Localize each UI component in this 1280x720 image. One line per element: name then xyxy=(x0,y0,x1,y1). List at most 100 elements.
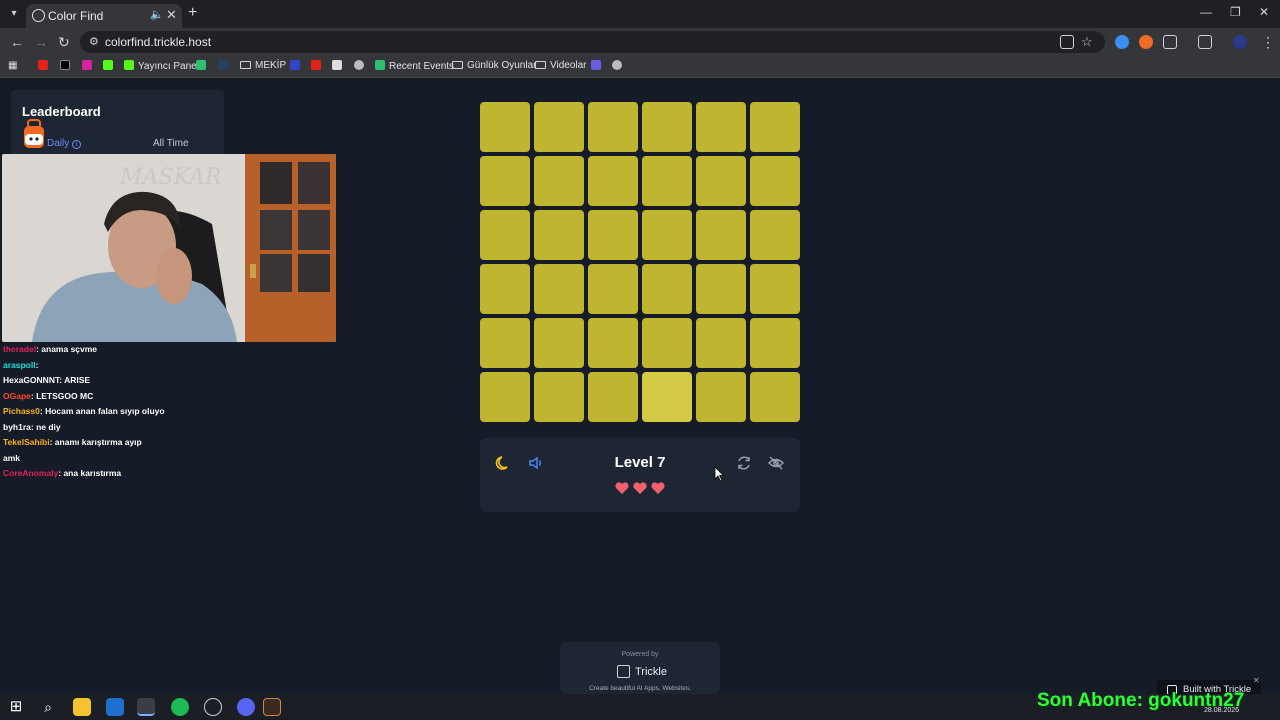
chat-text: : ana karıstırma xyxy=(58,468,122,478)
grid-cell[interactable] xyxy=(588,102,638,152)
file-explorer-icon[interactable] xyxy=(73,698,91,716)
grid-cell[interactable] xyxy=(534,318,584,368)
bookmark-blue[interactable] xyxy=(290,60,304,72)
grid-cell[interactable] xyxy=(588,318,638,368)
grid-cell[interactable] xyxy=(696,372,746,422)
speaker-icon[interactable]: 🔈 xyxy=(150,8,164,21)
close-badge-icon[interactable]: ✕ xyxy=(1253,676,1260,685)
back-icon[interactable]: ← xyxy=(10,34,24,50)
address-bar[interactable]: ⚙ colorfind.trickle.host xyxy=(80,31,1105,53)
minimize-icon[interactable]: — xyxy=(1200,5,1212,19)
grid-cell[interactable] xyxy=(696,318,746,368)
app-icon[interactable] xyxy=(263,698,281,716)
grid-cell[interactable] xyxy=(696,102,746,152)
grid-cell[interactable] xyxy=(534,372,584,422)
powered-by-card[interactable]: Powered by Trickle Create beautiful AI A… xyxy=(560,642,720,694)
bookmark-circle[interactable] xyxy=(354,60,368,72)
spotify-icon[interactable] xyxy=(171,698,189,716)
extension-orange-icon[interactable] xyxy=(1139,35,1153,49)
tab-daily[interactable]: Daily i xyxy=(47,138,82,149)
search-icon[interactable]: ⌕ xyxy=(39,698,57,716)
grid-cell[interactable] xyxy=(750,318,800,368)
bookmark-image[interactable] xyxy=(332,60,346,72)
grid-cell[interactable] xyxy=(480,102,530,152)
grid-cell[interactable] xyxy=(480,372,530,422)
grid-cell[interactable] xyxy=(588,264,638,314)
bookmark-gunluk-oyunlar[interactable]: Günlük Oyunlar xyxy=(452,60,536,71)
site-info-icon[interactable]: ⚙ xyxy=(89,35,99,48)
grid-cell[interactable] xyxy=(534,264,584,314)
bookmark-videolar[interactable]: Videolar xyxy=(535,60,587,71)
chat-text: : Hocam anan falan sıyıp oluyo xyxy=(39,406,165,416)
chat-message: TekelSahibi: anamı karıştırma ayıp xyxy=(3,435,203,451)
grid-cell[interactable] xyxy=(750,372,800,422)
grid-cell[interactable] xyxy=(696,210,746,260)
grid-cell[interactable] xyxy=(642,318,692,368)
obs-icon[interactable] xyxy=(204,698,222,716)
grid-cell[interactable] xyxy=(480,210,530,260)
grid-cell[interactable] xyxy=(642,102,692,152)
grid-cell[interactable] xyxy=(750,102,800,152)
bookmark-recent-events[interactable]: Recent Events xyxy=(375,60,454,72)
grid-cell[interactable] xyxy=(696,156,746,206)
grid-cell[interactable] xyxy=(534,210,584,260)
x-icon xyxy=(60,60,70,70)
windows-start-icon[interactable]: ⊞ xyxy=(7,698,25,716)
tab-search-icon[interactable]: ▾ xyxy=(6,6,22,22)
chat-username: theradel xyxy=(3,344,37,354)
grid-cell[interactable] xyxy=(480,264,530,314)
bookmark-green[interactable] xyxy=(196,60,210,72)
grid-cell[interactable] xyxy=(588,156,638,206)
chat-username: HexaGONNNT xyxy=(3,375,60,385)
bookmark-yayinci-paneli[interactable]: Yayıncı Paneli xyxy=(124,60,201,72)
menu-kebab-icon[interactable]: ⋮ xyxy=(1261,34,1275,51)
bookmark-x[interactable] xyxy=(60,60,74,72)
mascot-icon xyxy=(24,119,44,148)
bookmark-circle-2[interactable] xyxy=(612,60,626,72)
browser-tab[interactable]: Color Find 🔈 ✕ xyxy=(26,4,182,28)
reload-icon[interactable]: ↻ xyxy=(58,34,70,51)
profile-avatar[interactable] xyxy=(1233,35,1247,49)
bookmark-youtube[interactable] xyxy=(38,60,52,72)
grid-cell[interactable] xyxy=(534,102,584,152)
forward-icon[interactable]: → xyxy=(34,34,48,50)
grid-cell[interactable] xyxy=(750,156,800,206)
grid-cell[interactable] xyxy=(588,210,638,260)
mail-icon[interactable] xyxy=(106,698,124,716)
chrome-icon[interactable] xyxy=(137,698,155,716)
grid-cell-odd[interactable] xyxy=(642,372,692,422)
bookmark-youtube-2[interactable] xyxy=(311,60,325,72)
new-tab-icon[interactable]: + xyxy=(188,4,197,22)
eye-off-icon[interactable] xyxy=(767,454,785,472)
grid-cell[interactable] xyxy=(642,210,692,260)
bookmark-instagram[interactable] xyxy=(82,60,96,72)
bookmark-star-icon[interactable]: ☆ xyxy=(1081,34,1093,50)
grid-cell[interactable] xyxy=(642,156,692,206)
extensions-icon[interactable] xyxy=(1163,35,1177,49)
info-icon[interactable]: i xyxy=(72,140,82,149)
restore-icon[interactable]: ❐ xyxy=(1230,5,1241,19)
grid-cell[interactable] xyxy=(696,264,746,314)
last-subscriber-overlay: Son Abone: gokuntn27 xyxy=(1037,690,1245,711)
restart-icon[interactable] xyxy=(735,454,753,472)
bookmark-mekip[interactable]: MEKİP xyxy=(240,60,286,71)
grid-cell[interactable] xyxy=(588,372,638,422)
discord-icon[interactable] xyxy=(237,698,255,716)
bookmark-kick[interactable] xyxy=(103,60,117,72)
youtube-icon xyxy=(311,60,321,70)
close-tab-icon[interactable]: ✕ xyxy=(166,7,177,23)
extension-blue-icon[interactable] xyxy=(1115,35,1129,49)
grid-cell[interactable] xyxy=(480,318,530,368)
grid-cell[interactable] xyxy=(642,264,692,314)
window-close-icon[interactable]: ✕ xyxy=(1259,5,1269,19)
apps-grid-icon[interactable]: ▦ xyxy=(8,60,17,71)
bookmark-purple[interactable] xyxy=(591,60,605,72)
grid-cell[interactable] xyxy=(480,156,530,206)
grid-cell[interactable] xyxy=(534,156,584,206)
tab-all-time[interactable]: All Time xyxy=(153,138,189,149)
side-panel-icon[interactable] xyxy=(1198,35,1212,49)
grid-cell[interactable] xyxy=(750,264,800,314)
grid-cell[interactable] xyxy=(750,210,800,260)
bookmark-arrow[interactable] xyxy=(218,60,232,72)
translate-icon[interactable] xyxy=(1060,35,1074,49)
